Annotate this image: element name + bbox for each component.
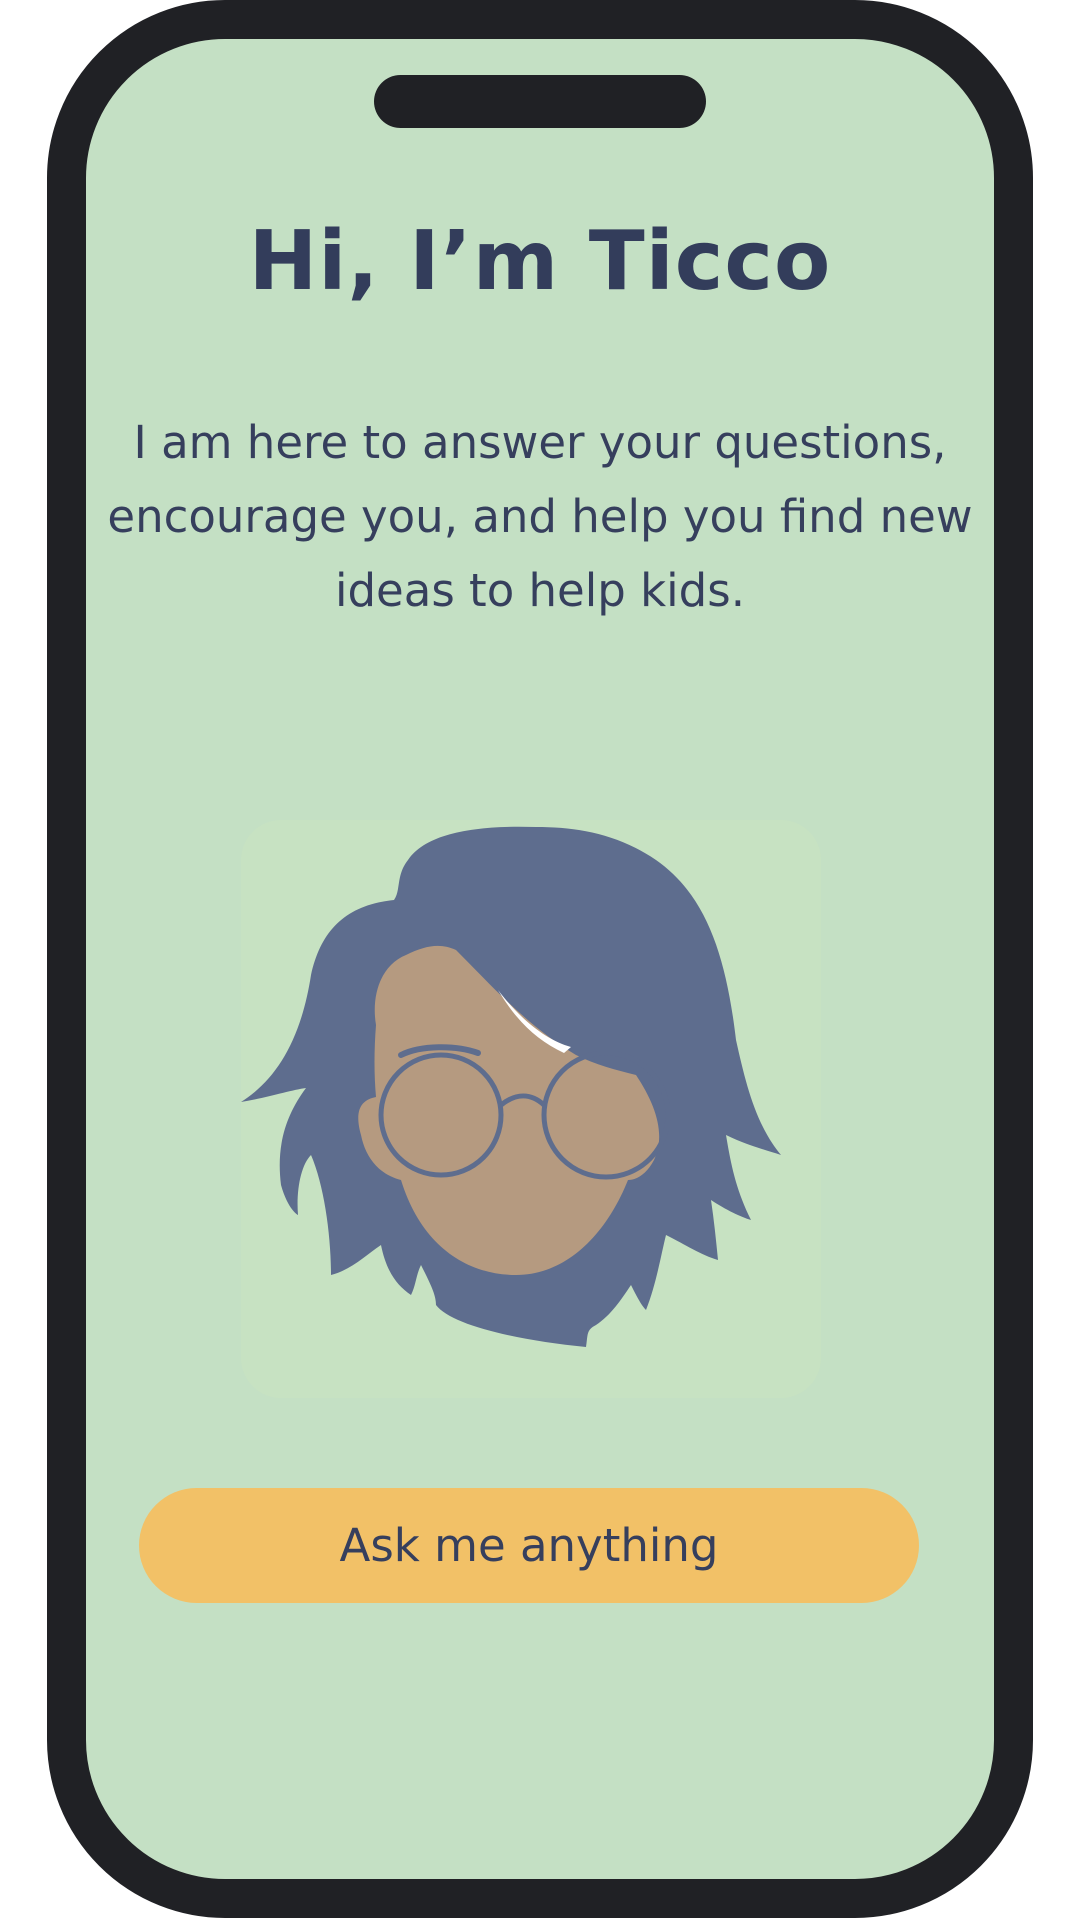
phone-notch (374, 75, 706, 128)
intro-text: I am here to answer your questions, enco… (107, 416, 973, 617)
page-title: Hi, I’m Ticco (248, 214, 832, 309)
phone-frame: Hi, I’m Ticco I am here to answer your q… (47, 0, 1033, 1918)
ticco-avatar-icon (241, 820, 821, 1398)
ask-me-anything-button[interactable]: Ask me anything (139, 1488, 919, 1603)
